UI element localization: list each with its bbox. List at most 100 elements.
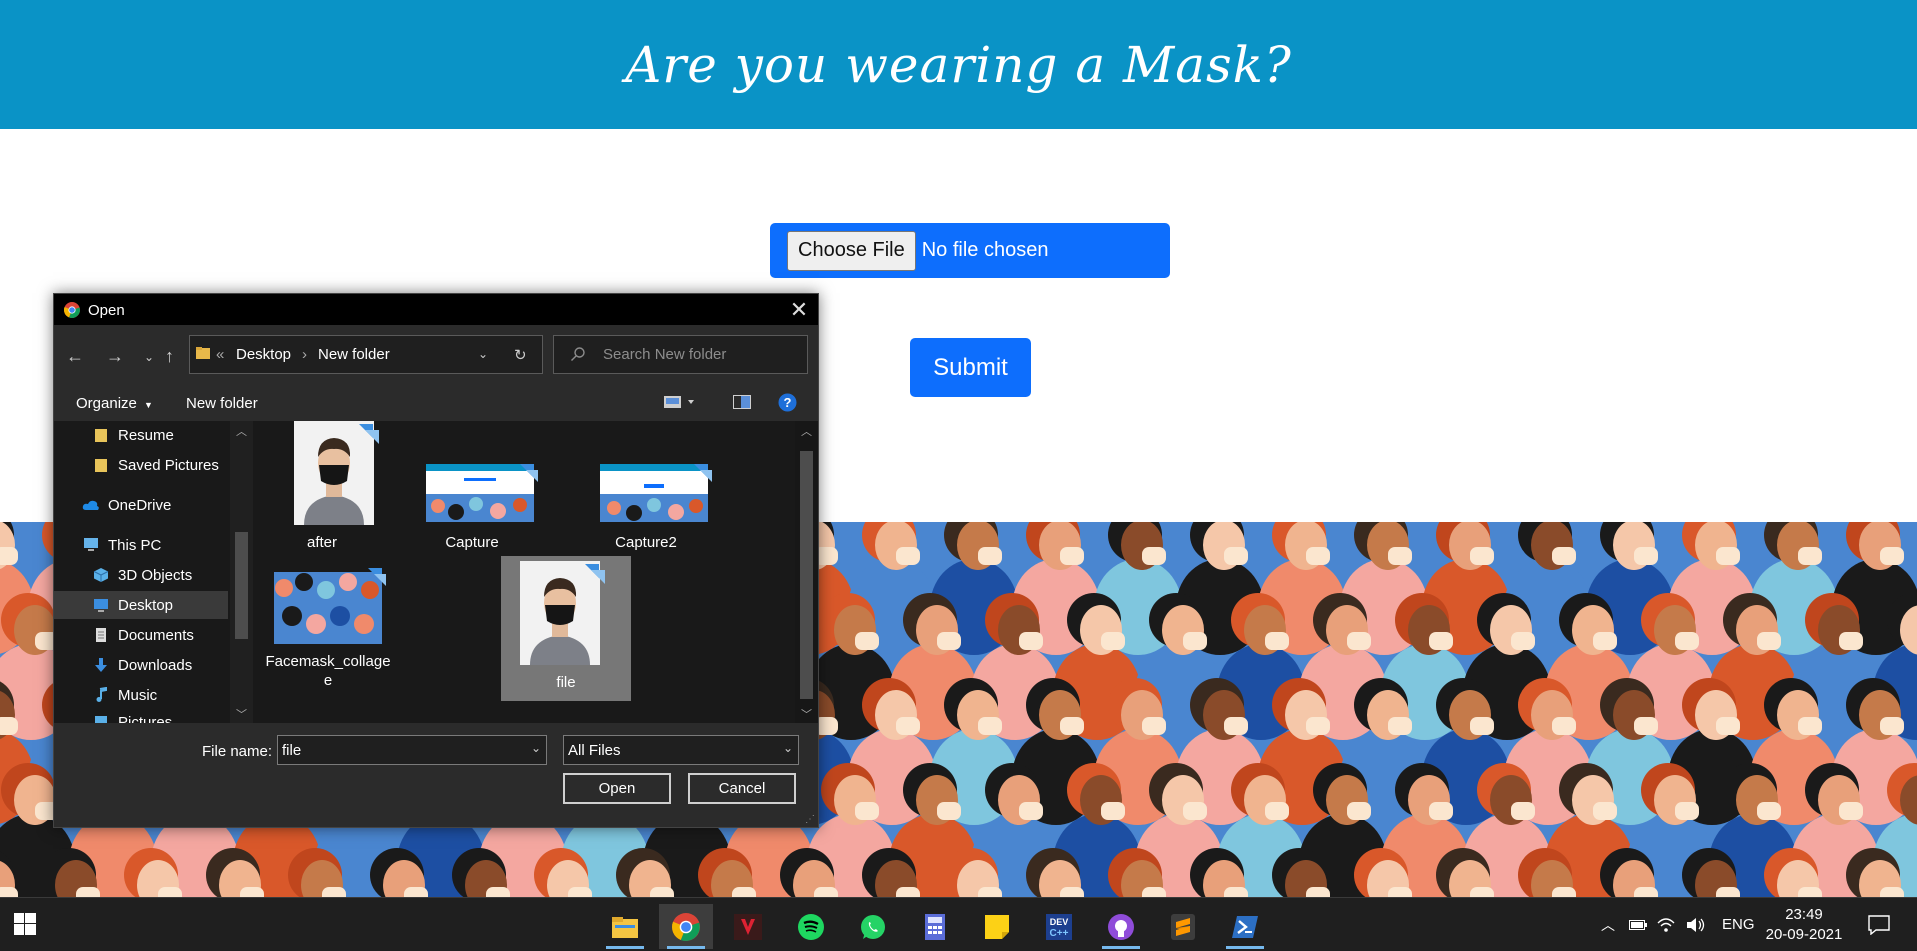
powershell-icon[interactable] [1218, 904, 1272, 949]
windows-start-icon[interactable] [14, 913, 36, 939]
file-input[interactable]: Choose File No file chosen [770, 223, 1170, 278]
new-folder-button[interactable]: New folder [186, 395, 258, 412]
file-explorer-icon[interactable] [598, 904, 652, 949]
file-name-value: file [282, 742, 302, 759]
folder-icon [92, 457, 110, 473]
document-icon [92, 627, 110, 643]
submit-button[interactable]: Submit [910, 338, 1031, 397]
computer-icon [82, 537, 100, 553]
view-options-icon[interactable] [664, 395, 698, 414]
file-item[interactable]: Capture [407, 421, 538, 561]
address-bar[interactable]: « Desktop › New folder ⌄ ↻ [189, 335, 543, 374]
chevron-down-icon[interactable]: ⌄ [783, 741, 793, 755]
clock[interactable]: 23:49 20-09-2021 [1762, 905, 1846, 945]
file-list: after Capture Capture2 Facemask_collage … [253, 421, 811, 723]
dialog-titlebar: Open ✕ [54, 294, 818, 325]
language-indicator[interactable]: ENG [1722, 898, 1755, 951]
refresh-icon[interactable]: ↻ [514, 346, 527, 364]
svg-text:DEV: DEV [1050, 917, 1069, 927]
github-desktop-icon[interactable] [1094, 904, 1148, 949]
download-icon [92, 657, 110, 673]
resize-grip-icon[interactable]: ⋰ [805, 814, 815, 825]
recent-locations-chevron-icon[interactable]: ⌄ [144, 350, 154, 364]
file-name-label: File name: [202, 743, 273, 760]
nav-item-this-pc[interactable]: This PC [54, 531, 228, 559]
spotify-icon[interactable] [784, 904, 838, 949]
nav-item-music[interactable]: Music [54, 681, 228, 709]
sticky-notes-icon[interactable] [970, 904, 1024, 949]
breadcrumb-desktop[interactable]: Desktop [236, 346, 291, 363]
search-input[interactable]: Search New folder [603, 346, 726, 363]
help-icon[interactable]: ? [778, 393, 797, 417]
volume-icon[interactable] [1686, 898, 1706, 951]
nav-item-label: Pictures [118, 713, 173, 724]
chrome-icon [64, 302, 80, 323]
wifi-icon[interactable] [1657, 898, 1675, 951]
notifications-icon[interactable] [1868, 898, 1890, 951]
nav-item-onedrive[interactable]: OneDrive [54, 491, 228, 519]
sublime-text-icon[interactable] [1156, 904, 1210, 949]
file-name-line2: e [323, 672, 333, 689]
navigation-pane: Resume Saved Pictures OneDrive This PC 3… [54, 421, 253, 723]
scroll-up-icon[interactable]: ︿ [236, 423, 247, 439]
chrome-icon[interactable] [659, 904, 713, 949]
file-name-field[interactable]: file ⌄ [277, 735, 547, 765]
close-icon[interactable]: ✕ [788, 297, 810, 323]
scroll-down-icon[interactable]: ﹀ [236, 706, 247, 722]
battery-icon[interactable] [1629, 898, 1647, 951]
dialog-toolbar: Organize ▼ New folder ? [54, 383, 818, 421]
file-name: after [306, 534, 337, 551]
organize-menu[interactable]: Organize ▼ [76, 395, 153, 412]
scrollbar-thumb[interactable] [235, 532, 248, 639]
forward-arrow-icon[interactable]: → [106, 346, 124, 367]
nav-item-saved-pictures[interactable]: Saved Pictures [54, 451, 228, 479]
chevron-up-icon[interactable]: ︿ [1601, 898, 1615, 951]
nav-item-label: 3D Objects [118, 566, 193, 584]
nav-item-resume[interactable]: Resume [54, 421, 228, 449]
navigation-scrollbar[interactable]: ︿ ﹀ [230, 421, 253, 723]
cancel-button[interactable]: Cancel [688, 773, 796, 804]
file-name: file [556, 674, 576, 691]
scroll-up-icon[interactable]: ︿ [801, 423, 812, 439]
portrait-thumbnail [520, 561, 605, 665]
breadcrumb-overflow[interactable]: « [216, 346, 224, 363]
dialog-footer: File name: file ⌄ All Files ⌄ Open Cance… [54, 723, 818, 827]
file-type-select[interactable]: All Files ⌄ [563, 735, 799, 765]
nav-item-documents[interactable]: Documents [54, 621, 228, 649]
page-header: Are you wearing a Mask? [0, 0, 1917, 129]
calculator-icon[interactable] [908, 904, 962, 949]
nav-item-label: Resume [118, 426, 174, 444]
taskbar: DEV C++ ︿ ENG 23:49 20-09-2021 [0, 897, 1917, 951]
file-item[interactable]: after [257, 421, 387, 561]
choose-file-button[interactable]: Choose File [787, 230, 916, 271]
devc-icon[interactable]: DEV C++ [1032, 904, 1086, 949]
file-item[interactable]: Facemask_collage e [263, 566, 393, 721]
pictures-icon [92, 714, 110, 723]
preview-pane-icon[interactable] [733, 395, 751, 414]
clock-time: 23:49 [1785, 906, 1823, 923]
nav-item-3d-objects[interactable]: 3D Objects [54, 561, 228, 589]
nav-item-label: Documents [118, 626, 194, 644]
chevron-down-icon[interactable]: ⌄ [478, 347, 488, 361]
file-name: Capture2 [615, 534, 677, 551]
file-name: Capture [445, 534, 499, 551]
back-arrow-icon[interactable]: ← [66, 346, 84, 367]
content-scrollbar[interactable]: ︿ ﹀ [795, 421, 818, 723]
file-item-selected[interactable]: file [501, 556, 631, 701]
nav-item-pictures[interactable]: Pictures [54, 708, 228, 723]
nav-item-label: Desktop [118, 596, 174, 614]
chevron-down-icon[interactable]: ⌄ [531, 741, 541, 755]
breadcrumb-new-folder[interactable]: New folder [318, 346, 390, 363]
svg-text:C++: C++ [1050, 928, 1069, 939]
file-item[interactable]: Capture2 [581, 421, 712, 561]
page-title: Are you wearing a Mask? [625, 35, 1292, 94]
whatsapp-icon[interactable] [846, 904, 900, 949]
scroll-down-icon[interactable]: ﹀ [801, 706, 812, 722]
search-box[interactable]: Search New folder [553, 335, 808, 374]
open-button[interactable]: Open [563, 773, 671, 804]
nav-item-downloads[interactable]: Downloads [54, 651, 228, 679]
predator-icon[interactable] [721, 904, 775, 949]
scrollbar-thumb[interactable] [800, 451, 813, 699]
nav-item-desktop[interactable]: Desktop [54, 591, 228, 619]
up-arrow-icon[interactable]: ↑ [165, 346, 174, 367]
